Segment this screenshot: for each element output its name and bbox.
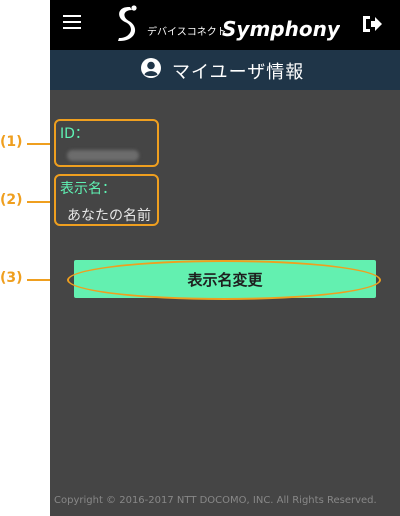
annotation-gutter: (1) (2) (3) (0, 0, 50, 516)
change-display-name-button[interactable]: 表示名変更 (74, 260, 376, 298)
logout-icon[interactable] (360, 13, 384, 35)
display-name-label: 表示名： (60, 181, 116, 197)
logo-brand: Symphony (222, 17, 340, 41)
page-title: マイユーザ情報 (172, 62, 305, 83)
annotation-label-3: (3) (0, 270, 23, 286)
id-value-redacted (67, 150, 139, 161)
annotation-line-1 (27, 143, 50, 145)
top-bar: デバイスコネクト Symphony (50, 0, 400, 50)
app-logo: デバイスコネクト Symphony (118, 5, 340, 42)
user-circle-icon (141, 58, 161, 78)
page-header: マイユーザ情報 (50, 50, 400, 90)
annotation-label-2: (2) (0, 192, 23, 208)
logo-text: デバイスコネクト (147, 25, 227, 38)
id-label: ID： (60, 126, 89, 142)
phone-screen: デバイスコネクト Symphony マイユーザ情報 ID： 表示名： あなたの名… (50, 0, 400, 516)
annotation-line-2 (27, 201, 50, 203)
display-name-value: あなたの名前 (67, 208, 151, 224)
hamburger-menu-icon[interactable] (63, 13, 81, 31)
copyright-footer: Copyright © 2016-2017 NTT DOCOMO, INC. A… (54, 495, 377, 506)
annotation-line-3 (27, 279, 50, 281)
annotation-label-1: (1) (0, 134, 23, 150)
